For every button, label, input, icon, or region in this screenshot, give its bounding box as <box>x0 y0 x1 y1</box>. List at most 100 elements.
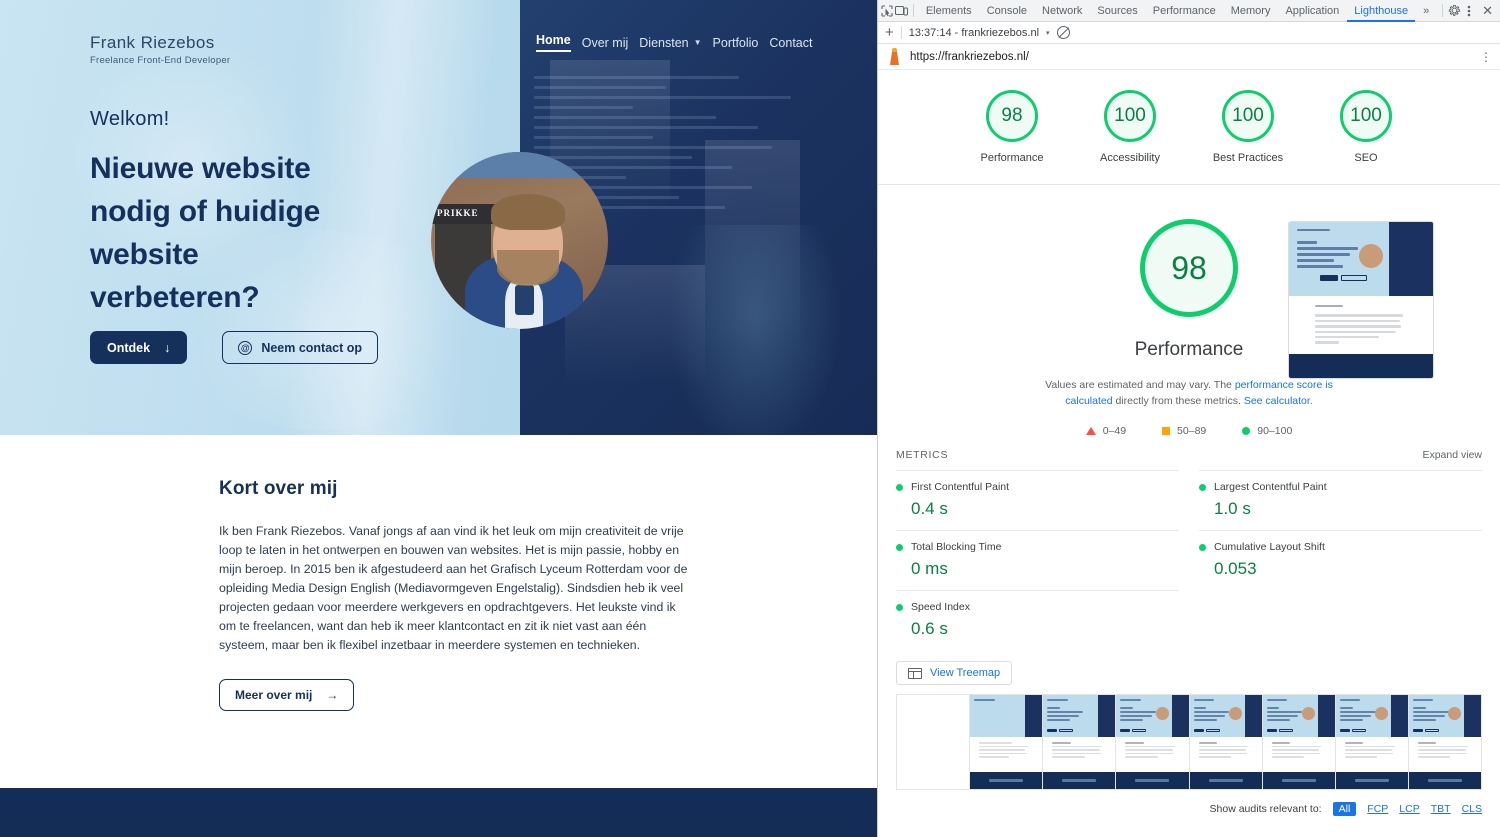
status-dot-pass-icon <box>896 603 903 611</box>
metric-cumulative-layout-shift[interactable]: Cumulative Layout Shift 0.053 <box>1199 530 1482 590</box>
filmstrip-frame[interactable] <box>897 695 971 789</box>
metrics-section: METRICS Expand view First Contentful Pai… <box>878 437 1500 650</box>
square-icon <box>1162 427 1171 435</box>
gear-icon[interactable] <box>1448 2 1462 20</box>
metric-largest-contentful-paint[interactable]: Largest Contentful Paint 1.0 s <box>1199 470 1482 530</box>
metric-value: 0.053 <box>1214 559 1257 578</box>
score-gauge: 98 <box>986 90 1038 142</box>
hero-eyebrow: Welkom! <box>90 108 170 130</box>
filmstrip-frame[interactable] <box>970 695 1044 789</box>
hero-portrait-photo: PRIKKE <box>431 152 608 329</box>
metric-total-blocking-time[interactable]: Total Blocking Time 0 ms <box>896 530 1179 590</box>
score-legend: 0–49 50–89 90–100 <box>878 425 1500 437</box>
legend-range: 50–89 <box>1177 425 1207 437</box>
metrics-grid: First Contentful Paint 0.4 s Largest Con… <box>896 470 1482 650</box>
see-calculator-link[interactable]: See calculator. <box>1244 395 1313 407</box>
nav-item-diensten[interactable]: Diensten <box>639 36 688 50</box>
filmstrip-frame[interactable] <box>1408 695 1481 789</box>
filmstrip-frame[interactable] <box>1262 695 1336 789</box>
filmstrip <box>896 694 1482 790</box>
filter-lcp[interactable]: LCP <box>1399 803 1419 815</box>
treemap-section: View Treemap <box>878 650 1500 685</box>
tab-lighthouse[interactable]: Lighthouse <box>1347 0 1415 22</box>
logo-subtitle: Freelance Front-End Developer <box>90 55 231 66</box>
filmstrip-frame[interactable] <box>1116 695 1190 789</box>
about-heading: Kort over mij <box>219 478 338 499</box>
chevron-down-icon[interactable]: ▼ <box>694 38 702 47</box>
metric-name: First Contentful Paint <box>911 481 1010 493</box>
new-report-button[interactable]: + <box>885 25 894 40</box>
tab-console[interactable]: Console <box>980 0 1034 22</box>
treemap-icon <box>907 667 923 679</box>
nav-item-home[interactable]: Home <box>536 33 571 52</box>
toolbar-divider <box>913 4 914 17</box>
device-toolbar-icon[interactable] <box>894 2 909 20</box>
nav-item-over-mij[interactable]: Over mij <box>582 36 629 50</box>
legend-fail: 0–49 <box>1085 425 1126 437</box>
close-icon[interactable]: ✕ <box>1477 3 1498 19</box>
overflow-icon[interactable]: » <box>1416 0 1436 22</box>
devtools-tabbar: Elements Console Network Sources Perform… <box>878 0 1500 22</box>
filter-all[interactable]: All <box>1332 802 1357 816</box>
metric-placeholder <box>1199 590 1482 650</box>
filter-cls[interactable]: CLS <box>1462 803 1482 815</box>
score-performance[interactable]: 98 Performance <box>967 90 1057 166</box>
kebab-menu-icon[interactable] <box>1463 2 1477 20</box>
tab-application[interactable]: Application <box>1278 0 1346 22</box>
report-name[interactable]: 13:37:14 - frankriezebos.nl <box>909 27 1039 39</box>
runbar-divider <box>900 26 902 39</box>
score-gauge: 100 <box>1222 90 1274 142</box>
report-url: https://frankriezebos.nl/ <box>910 50 1029 63</box>
score-accessibility[interactable]: 100 Accessibility <box>1085 90 1175 166</box>
score-label: SEO <box>1354 152 1378 164</box>
filter-tbt[interactable]: TBT <box>1431 803 1451 815</box>
meer-over-mij-button[interactable]: Meer over mij → <box>219 679 355 711</box>
metric-name: Cumulative Layout Shift <box>1214 541 1325 553</box>
score-gauge: 100 <box>1104 90 1156 142</box>
page-thumbnail-wrap <box>1288 221 1434 379</box>
performance-note: Values are estimated and may vary. The p… <box>1039 377 1339 409</box>
photo-hair <box>491 194 565 230</box>
filter-fcp[interactable]: FCP <box>1367 803 1388 815</box>
metric-value: 1.0 s <box>1214 499 1251 518</box>
legend-average: 50–89 <box>1162 425 1206 437</box>
site-footer <box>0 788 877 837</box>
tab-memory[interactable]: Memory <box>1224 0 1278 22</box>
tab-performance[interactable]: Performance <box>1146 0 1223 22</box>
hero-cta-group: Ontdek ↓ @ Neem contact op <box>90 331 379 364</box>
hero-heading-line: website <box>90 238 199 271</box>
kebab-menu-icon[interactable]: ⋮ <box>1480 50 1492 64</box>
inspect-icon[interactable] <box>880 2 894 20</box>
nav-item-contact[interactable]: Contact <box>769 36 812 50</box>
metric-first-contentful-paint[interactable]: First Contentful Paint 0.4 s <box>896 470 1179 530</box>
metric-speed-index[interactable]: Speed Index 0.6 s <box>896 590 1179 650</box>
tab-sources[interactable]: Sources <box>1090 0 1144 22</box>
filmstrip-frame[interactable] <box>1335 695 1409 789</box>
tab-elements[interactable]: Elements <box>919 0 979 22</box>
lighthouse-run-bar: + 13:37:14 - frankriezebos.nl ▾ <box>878 22 1500 44</box>
ontdek-button[interactable]: Ontdek ↓ <box>90 331 188 364</box>
clear-icon[interactable] <box>1056 26 1070 39</box>
status-dot-pass-icon <box>1199 543 1206 551</box>
performance-gauge: 98 <box>1140 219 1238 317</box>
site-logo[interactable]: Frank Riezebos Freelance Front-End Devel… <box>90 33 230 66</box>
score-seo[interactable]: 100 SEO <box>1321 90 1411 166</box>
photo-tie <box>515 285 534 315</box>
filmstrip-frame[interactable] <box>1189 695 1263 789</box>
contact-button[interactable]: @ Neem contact op <box>222 331 379 364</box>
hero-plant <box>670 225 840 435</box>
note-text-2: directly from these metrics. <box>1112 395 1244 407</box>
view-treemap-button[interactable]: View Treemap <box>896 661 1013 685</box>
tab-network[interactable]: Network <box>1035 0 1089 22</box>
chevron-down-icon[interactable]: ▾ <box>1046 29 1050 37</box>
report-url-bar: https://frankriezebos.nl/ ⋮ <box>878 44 1500 70</box>
expand-view-button[interactable]: Expand view <box>1422 449 1482 461</box>
nav-item-portfolio[interactable]: Portfolio <box>713 36 759 50</box>
score-best-practices[interactable]: 100 Best Practices <box>1203 90 1293 166</box>
status-dot-pass-icon <box>896 543 903 551</box>
audits-filter-label: Show audits relevant to: <box>1209 803 1322 815</box>
view-treemap-label: View Treemap <box>930 667 1001 679</box>
site-navigation: Home Over mij Diensten ▼ Portfolio Conta… <box>536 33 812 52</box>
metric-name: Speed Index <box>911 601 970 613</box>
filmstrip-frame[interactable] <box>1043 695 1117 789</box>
